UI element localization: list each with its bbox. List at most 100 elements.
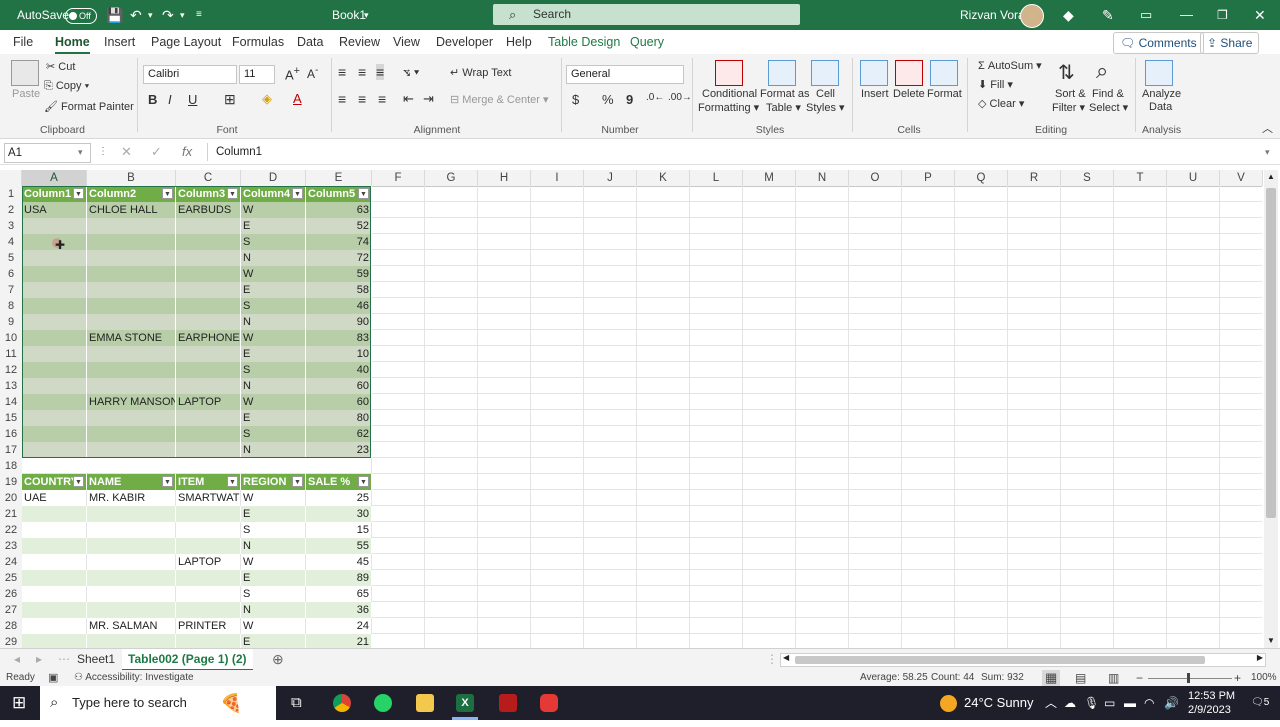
column-header[interactable]: E <box>306 170 372 186</box>
scroll-up-icon[interactable]: ▲ <box>1267 172 1275 181</box>
table-cell[interactable]: W <box>241 490 306 506</box>
font-color-icon[interactable]: A <box>293 91 302 106</box>
column-header[interactable]: V <box>1220 170 1263 186</box>
table-header-cell[interactable]: SALE % ▼ <box>306 474 372 490</box>
tab-view[interactable]: View <box>393 30 420 54</box>
table-cell[interactable]: W <box>241 202 306 218</box>
table-cell[interactable] <box>87 314 176 330</box>
find-select-label-2[interactable]: Select ▾ <box>1089 101 1128 114</box>
row-header[interactable]: 7 <box>0 282 22 299</box>
diamond-icon[interactable]: ◆ <box>1063 0 1074 30</box>
table-cell[interactable]: CHLOE HALL <box>87 202 176 218</box>
row-header[interactable]: 27 <box>0 602 22 619</box>
cell-styles-button[interactable]: Cell <box>816 88 835 100</box>
table-cell[interactable] <box>87 346 176 362</box>
column-header[interactable]: D <box>241 170 306 186</box>
tab-table-design[interactable]: Table Design <box>548 30 620 54</box>
device-icon[interactable]: ▭ <box>1104 686 1115 720</box>
align-middle-icon[interactable]: ≡ <box>358 64 366 80</box>
acrobat-icon[interactable] <box>499 694 517 712</box>
table-cell[interactable]: 65 <box>306 586 372 602</box>
tab-insert[interactable]: Insert <box>104 30 135 54</box>
cloud-icon[interactable]: ☁ <box>1064 686 1076 720</box>
table-header-cell[interactable]: REGION ▼ <box>241 474 306 490</box>
customize-qat-icon[interactable]: ≡ <box>196 0 202 30</box>
table-cell[interactable] <box>22 554 87 570</box>
table-cell[interactable] <box>87 586 176 602</box>
vertical-scrollbar[interactable]: ▲ ▼ <box>1264 170 1278 648</box>
column-header[interactable]: I <box>531 170 584 186</box>
filter-dropdown-icon[interactable]: ▼ <box>227 476 238 487</box>
column-header[interactable]: Q <box>955 170 1008 186</box>
row-header[interactable]: 17 <box>0 442 22 459</box>
bold-button[interactable]: B <box>148 92 157 107</box>
table-cell[interactable]: MR. KABIR <box>87 490 176 506</box>
paste-button[interactable]: Paste <box>12 88 40 100</box>
insert-cells-button[interactable]: Insert <box>861 88 889 100</box>
table-cell[interactable]: HARRY MANSON <box>87 394 176 410</box>
table-header-cell[interactable]: NAME ▼ <box>87 474 176 490</box>
ribbon-display-icon[interactable]: ▭ <box>1140 0 1152 30</box>
table-cell[interactable] <box>87 378 176 394</box>
row-header[interactable]: 12 <box>0 362 22 379</box>
status-sum[interactable]: Sum: 932 <box>981 670 1024 686</box>
table-cell[interactable]: EMMA STONE <box>87 330 176 346</box>
wifi-icon[interactable]: ◠ <box>1144 686 1154 720</box>
table-cell[interactable]: 24 <box>306 618 372 634</box>
align-center-icon[interactable]: ≡ <box>358 91 366 107</box>
zoom-level[interactable]: 100% <box>1251 670 1277 686</box>
copy-button[interactable]: ⎘ Copy ▾ <box>44 80 89 93</box>
table-cell[interactable]: 74 <box>306 234 372 250</box>
table-cell[interactable] <box>176 234 241 250</box>
column-header[interactable]: M <box>743 170 796 186</box>
table-cell[interactable] <box>87 426 176 442</box>
cut-button[interactable]: ✂ Cut <box>46 60 75 73</box>
format-cells-icon[interactable] <box>930 60 958 86</box>
pen-icon[interactable]: ✎ <box>1102 0 1114 30</box>
table-cell[interactable] <box>176 218 241 234</box>
select-all-corner[interactable] <box>0 170 22 186</box>
table-cell[interactable] <box>22 394 87 410</box>
row-header[interactable]: 3 <box>0 218 22 235</box>
conditional-formatting-button[interactable]: Conditional <box>702 88 757 100</box>
row-header[interactable]: 13 <box>0 378 22 395</box>
filter-dropdown-icon[interactable]: ▼ <box>227 188 238 199</box>
table-cell[interactable]: 30 <box>306 506 372 522</box>
excel-icon[interactable]: X <box>456 694 474 712</box>
notification-count[interactable]: 🗨5 <box>1251 686 1269 720</box>
clock-date[interactable]: 2/9/2023 <box>1188 693 1231 727</box>
pizza-icon[interactable]: 🍕 <box>220 686 242 720</box>
table-cell[interactable] <box>176 570 241 586</box>
decrease-font-icon[interactable]: A- <box>307 65 318 81</box>
formula-input[interactable]: Column1 <box>207 143 1280 161</box>
table-cell[interactable] <box>87 234 176 250</box>
table-cell[interactable]: EARBUDS <box>176 202 241 218</box>
taskbar-search[interactable]: ⌕ Type here to search 🍕 <box>40 686 276 720</box>
table-cell[interactable]: E <box>241 346 306 362</box>
table-cell[interactable] <box>22 346 87 362</box>
row-header[interactable]: 20 <box>0 490 22 507</box>
row-header[interactable]: 21 <box>0 506 22 523</box>
format-cells-button[interactable]: Format <box>927 88 962 100</box>
table-cell[interactable] <box>87 554 176 570</box>
table-cell[interactable]: S <box>241 362 306 378</box>
table-cell[interactable] <box>87 410 176 426</box>
delete-cells-icon[interactable] <box>895 60 923 86</box>
table-header-cell[interactable]: ITEM ▼ <box>176 474 241 490</box>
table-header-cell[interactable]: Column4 ▼ <box>241 186 306 202</box>
comma-button[interactable]: 9 <box>626 92 633 107</box>
table-cell[interactable]: MR. SALMAN <box>87 618 176 634</box>
table-cell[interactable]: 83 <box>306 330 372 346</box>
expand-formula-icon[interactable]: ▾ <box>1265 140 1270 164</box>
status-average[interactable]: Average: 58.25 <box>860 670 928 686</box>
table-cell[interactable]: N <box>241 538 306 554</box>
font-name-combo[interactable]: Calibri <box>143 65 237 84</box>
tab-developer[interactable]: Developer <box>436 30 493 54</box>
column-header[interactable]: T <box>1114 170 1167 186</box>
next-sheet-icon[interactable]: ▸ <box>36 649 42 669</box>
table-header-cell[interactable]: COUNTRY ▼ <box>22 474 87 490</box>
page-layout-view-icon[interactable]: ▤ <box>1075 670 1086 686</box>
microphone-icon[interactable]: 🎙 <box>1084 686 1099 720</box>
conditional-formatting-label-2[interactable]: Formatting ▾ <box>698 101 759 114</box>
sheet-tab-table002[interactable]: Table002 (Page 1) (2) <box>122 649 253 671</box>
